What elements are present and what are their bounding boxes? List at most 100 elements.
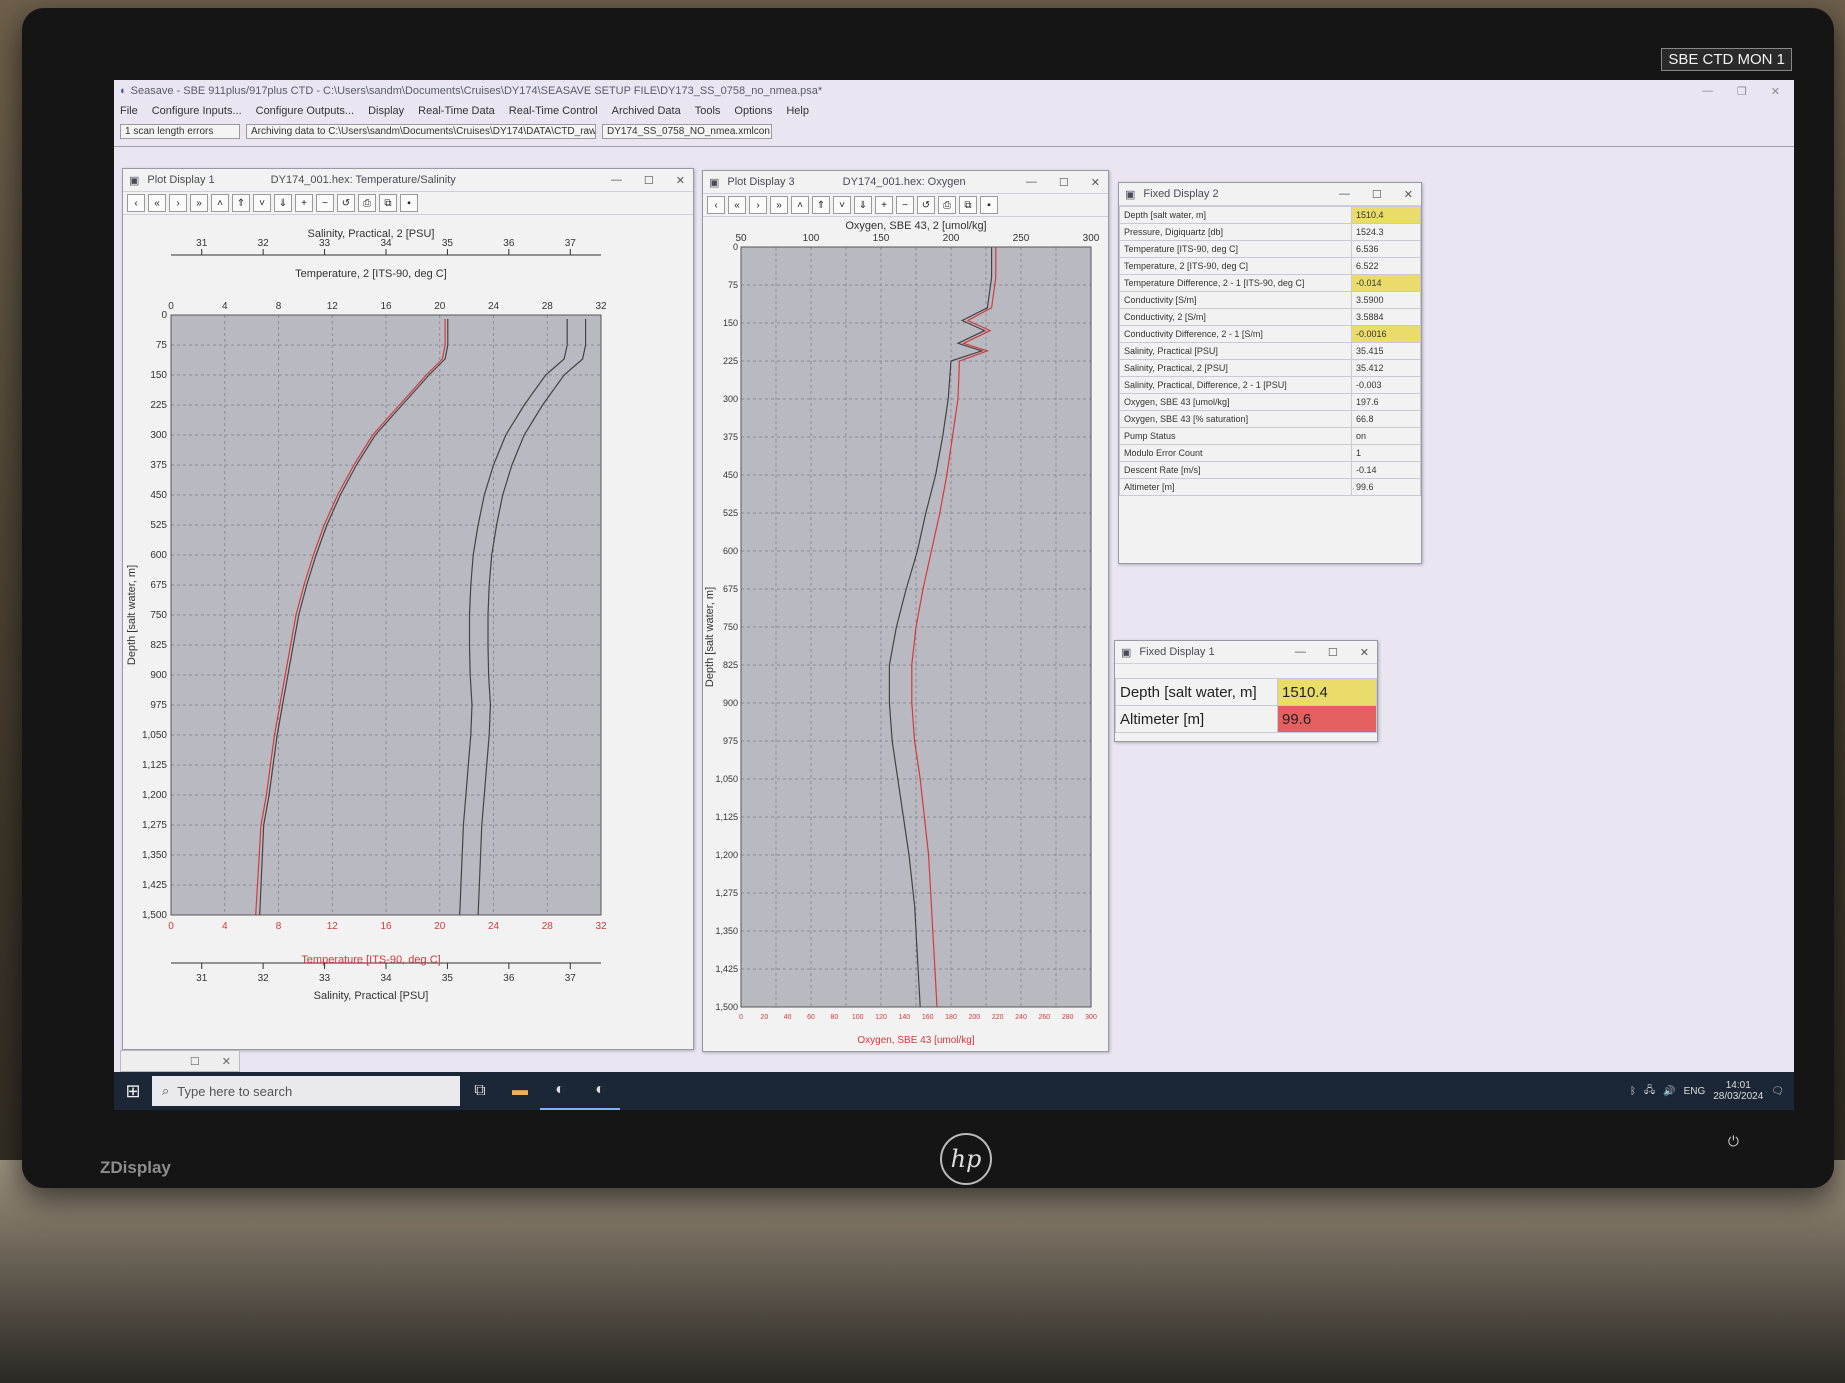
menu-tools[interactable]: Tools bbox=[695, 105, 721, 117]
language-indicator[interactable]: ENG bbox=[1684, 1086, 1706, 1097]
scroll-right-icon[interactable]: › bbox=[749, 196, 767, 214]
minimize-icon[interactable]: — bbox=[1026, 176, 1037, 189]
minimized-window-stub[interactable]: ☐ ✕ bbox=[120, 1050, 240, 1072]
zoom-in-icon[interactable]: + bbox=[295, 194, 313, 212]
taskbar-search[interactable]: ⌕ Type here to search bbox=[152, 1076, 460, 1106]
p1-temp-tick-bottom: 4 bbox=[222, 921, 228, 932]
p3-oxy-tick-top: 150 bbox=[873, 233, 890, 244]
fixed2-value: -0.0016 bbox=[1351, 325, 1421, 343]
maximize-icon[interactable]: ☐ bbox=[190, 1055, 200, 1068]
page-up-icon[interactable]: ⇑ bbox=[232, 194, 250, 212]
search-icon: ⌕ bbox=[162, 1083, 170, 1098]
close-icon[interactable]: ✕ bbox=[1404, 188, 1413, 201]
fixed-display-2-window[interactable]: ▣ Fixed Display 2 — ☐ ✕ Depth [salt wate… bbox=[1118, 182, 1422, 564]
plot-3-chart[interactable]: 50 100 150 200 250 3000 20 40 60 80 100 120 140 160 18… bbox=[703, 217, 1106, 1051]
page-up-icon[interactable]: ⇑ bbox=[812, 196, 830, 214]
maximize-icon[interactable]: ☐ bbox=[1372, 188, 1382, 201]
file-explorer-icon[interactable]: ▬ bbox=[500, 1072, 540, 1110]
scroll-up-icon[interactable]: ˄ bbox=[791, 196, 809, 214]
plot-display-1-window[interactable]: ▣ Plot Display 1 DY174_001.hex: Temperat… bbox=[122, 168, 694, 1050]
scroll-left-icon[interactable]: ‹ bbox=[127, 194, 145, 212]
clock-time: 14:01 bbox=[1725, 1080, 1751, 1091]
p1-temp-tick-top: 4 bbox=[222, 301, 228, 312]
menu-archived-data[interactable]: Archived Data bbox=[612, 105, 681, 117]
copy-icon[interactable]: ⧉ bbox=[959, 196, 977, 214]
fixed2-label: Temperature, 2 [ITS-90, deg C] bbox=[1119, 257, 1352, 275]
fixed-display-1-window[interactable]: ▣ Fixed Display 1 — ☐ ✕ Depth [salt wate… bbox=[1114, 640, 1378, 742]
maximize-icon[interactable]: ☐ bbox=[1328, 646, 1338, 659]
p3-oxy-tick-bottom: 300 bbox=[1085, 1014, 1097, 1021]
scroll-down-icon[interactable]: ˅ bbox=[833, 196, 851, 214]
plot-display-3-window[interactable]: ▣ Plot Display 3 DY174_001.hex: Oxygen —… bbox=[702, 170, 1109, 1052]
taskbar: ⊞ ⌕ Type here to search ⧉ ▬ ◐ ◐ ᛒ 🖧 🔊 EN… bbox=[114, 1072, 1794, 1110]
zoom-out-icon[interactable]: − bbox=[896, 196, 914, 214]
volume-icon[interactable]: 🔊 bbox=[1663, 1086, 1675, 1097]
p3-oxy-tick-bottom: 180 bbox=[945, 1014, 957, 1021]
fixed2-value: 6.522 bbox=[1351, 257, 1421, 275]
fixed2-row: Oxygen, SBE 43 [umol/kg] 197.6 bbox=[1119, 393, 1421, 411]
zoom-out-icon[interactable]: − bbox=[316, 194, 334, 212]
page-right-icon[interactable]: » bbox=[770, 196, 788, 214]
close-icon[interactable]: ✕ bbox=[1771, 85, 1780, 98]
page-down-icon[interactable]: ⇓ bbox=[274, 194, 292, 212]
page-left-icon[interactable]: « bbox=[148, 194, 166, 212]
p1-sal-tick-bottom: 31 bbox=[196, 973, 208, 984]
minimize-icon[interactable]: — bbox=[1339, 188, 1350, 201]
page-left-icon[interactable]: « bbox=[728, 196, 746, 214]
network-icon[interactable]: 🖧 bbox=[1644, 1083, 1655, 1100]
maximize-icon[interactable]: ☐ bbox=[644, 174, 654, 187]
page-down-icon[interactable]: ⇓ bbox=[854, 196, 872, 214]
menu-real-time-data[interactable]: Real-Time Data bbox=[418, 105, 495, 117]
close-icon[interactable]: ✕ bbox=[676, 174, 685, 187]
close-icon[interactable]: ✕ bbox=[1360, 646, 1369, 659]
plot-display-1-file-title: DY174_001.hex: Temperature/Salinity bbox=[270, 174, 456, 186]
p3-depth-tick: 450 bbox=[723, 470, 738, 480]
fixed2-label: Descent Rate [m/s] bbox=[1119, 461, 1352, 479]
menu-display[interactable]: Display bbox=[368, 105, 404, 117]
fixed1-label: Depth [salt water, m] bbox=[1115, 678, 1278, 706]
menu-help[interactable]: Help bbox=[786, 105, 809, 117]
bluetooth-icon[interactable]: ᛒ bbox=[1630, 1086, 1636, 1097]
close-icon[interactable]: ✕ bbox=[1091, 176, 1100, 189]
undo-zoom-icon[interactable]: ↺ bbox=[337, 194, 355, 212]
p1-depth-tick: 1,275 bbox=[142, 820, 167, 831]
menu-options[interactable]: Options bbox=[734, 105, 772, 117]
p3-depth-tick: 225 bbox=[723, 356, 738, 366]
seasave-app-icon[interactable]: ◐ bbox=[540, 1072, 580, 1110]
print-icon[interactable]: ⎙ bbox=[358, 194, 376, 212]
fixed2-label: Pump Status bbox=[1119, 427, 1352, 445]
save-icon[interactable]: ▪ bbox=[400, 194, 418, 212]
power-icon[interactable]: ⏻ bbox=[1728, 1133, 1739, 1150]
plot-1-chart[interactable]: 0044881212161620202424282832320751502253… bbox=[123, 215, 691, 1049]
scroll-down-icon[interactable]: ˅ bbox=[253, 194, 271, 212]
menu-configure-outputs[interactable]: Configure Outputs... bbox=[256, 105, 354, 117]
p3-depth-tick: 1,200 bbox=[715, 850, 738, 860]
plot-display-1-name: Plot Display 1 bbox=[147, 174, 215, 186]
p3-depth-tick: 1,275 bbox=[715, 888, 738, 898]
scroll-right-icon[interactable]: › bbox=[169, 194, 187, 212]
minimize-icon[interactable]: — bbox=[1295, 646, 1306, 659]
maximize-icon[interactable]: ☐ bbox=[1059, 176, 1069, 189]
save-icon[interactable]: ▪ bbox=[980, 196, 998, 214]
scroll-left-icon[interactable]: ‹ bbox=[707, 196, 725, 214]
minimize-icon[interactable]: — bbox=[1702, 85, 1713, 98]
minimize-icon[interactable]: — bbox=[611, 174, 622, 187]
menu-real-time-control[interactable]: Real-Time Control bbox=[509, 105, 598, 117]
notifications-icon[interactable]: 🗨 bbox=[1771, 1086, 1784, 1097]
print-icon[interactable]: ⎙ bbox=[938, 196, 956, 214]
p3-depth-tick: 375 bbox=[723, 432, 738, 442]
p3-bottom-label: Oxygen, SBE 43 [umol/kg] bbox=[857, 1035, 975, 1046]
undo-zoom-icon[interactable]: ↺ bbox=[917, 196, 935, 214]
scroll-up-icon[interactable]: ˄ bbox=[211, 194, 229, 212]
menu-configure-inputs[interactable]: Configure Inputs... bbox=[152, 105, 242, 117]
copy-icon[interactable]: ⧉ bbox=[379, 194, 397, 212]
task-view-icon[interactable]: ⧉ bbox=[460, 1072, 500, 1110]
zoom-in-icon[interactable]: + bbox=[875, 196, 893, 214]
windows-start-icon[interactable]: ⊞ bbox=[114, 1072, 152, 1110]
page-right-icon[interactable]: » bbox=[190, 194, 208, 212]
maximize-icon[interactable]: ❐ bbox=[1737, 85, 1747, 98]
close-icon[interactable]: ✕ bbox=[222, 1055, 231, 1068]
seasave-app-icon-2[interactable]: ◐ bbox=[580, 1072, 620, 1110]
clock[interactable]: 14:01 28/03/2024 bbox=[1713, 1080, 1763, 1102]
menu-file[interactable]: File bbox=[120, 105, 138, 117]
